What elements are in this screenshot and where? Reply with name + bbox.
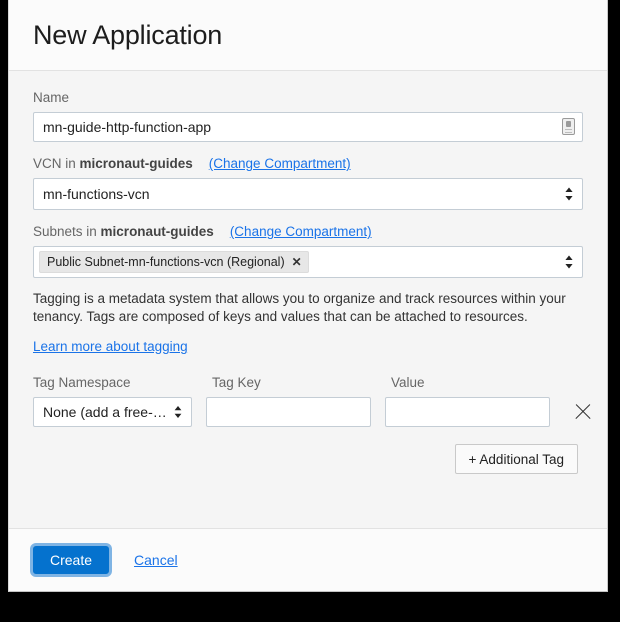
vcn-label: VCN in micronaut-guides: [33, 156, 193, 172]
subnets-label-row: Subnets in micronaut-guides (Change Comp…: [33, 224, 583, 240]
name-input-wrap: [33, 112, 583, 142]
tag-row: None (add a free-…: [33, 397, 583, 427]
tag-namespace-header: Tag Namespace: [33, 375, 131, 390]
vcn-label-row: VCN in micronaut-guides (Change Compartm…: [33, 156, 583, 172]
tag-namespace-select-wrap: None (add a free-…: [33, 397, 192, 427]
additional-tag-button[interactable]: + Additional Tag: [454, 444, 578, 474]
name-label: Name: [33, 90, 70, 105]
tag-key-input[interactable]: [205, 397, 371, 427]
vcn-select-wrap: mn-functions-vcn: [33, 178, 583, 210]
name-field-group: Name: [33, 90, 583, 142]
vcn-compartment-name: micronaut-guides: [79, 156, 193, 171]
additional-tag-row: + Additional Tag: [33, 444, 583, 474]
create-button[interactable]: Create: [33, 546, 110, 574]
remove-tag-row-close-icon[interactable]: [572, 401, 583, 423]
subnets-label-prefix: Subnets in: [33, 224, 101, 239]
tag-value-header: Value: [391, 375, 425, 390]
learn-more-tagging-link[interactable]: Learn more about tagging: [33, 339, 188, 354]
input-assist-icon: [562, 118, 575, 135]
subnet-chip[interactable]: Public Subnet-mn-functions-vcn (Regional…: [39, 251, 309, 273]
subnets-select[interactable]: Public Subnet-mn-functions-vcn (Regional…: [33, 246, 583, 278]
subnet-chip-remove-icon[interactable]: ✕: [292, 256, 302, 268]
tag-columns-header: Tag Namespace Tag Key Value: [33, 375, 583, 390]
dialog-body: Name VCN in micronaut-guides (Change Com…: [9, 71, 607, 528]
vcn-select[interactable]: mn-functions-vcn: [33, 178, 583, 210]
tag-key-header: Tag Key: [212, 375, 261, 390]
subnets-select-wrap: Public Subnet-mn-functions-vcn (Regional…: [33, 246, 583, 278]
vcn-change-compartment-link[interactable]: (Change Compartment): [209, 156, 351, 171]
dialog-header: New Application: [9, 0, 607, 71]
cancel-link[interactable]: Cancel: [134, 552, 178, 568]
subnets-field-group: Subnets in micronaut-guides (Change Comp…: [33, 224, 583, 278]
subnet-chip-label: Public Subnet-mn-functions-vcn (Regional…: [47, 255, 285, 269]
page-title: New Application: [33, 19, 223, 50]
vcn-label-prefix: VCN in: [33, 156, 80, 171]
tag-namespace-select[interactable]: None (add a free-…: [33, 397, 192, 427]
subnets-change-compartment-link[interactable]: (Change Compartment): [230, 224, 372, 239]
tag-namespace-selected-value: None (add a free-…: [43, 404, 167, 420]
subnets-label: Subnets in micronaut-guides: [33, 224, 214, 240]
new-application-dialog: New Application Name VCN in micronaut-gu…: [8, 0, 608, 592]
tag-value-input[interactable]: [384, 397, 550, 427]
vcn-field-group: VCN in micronaut-guides (Change Compartm…: [33, 156, 583, 210]
dialog-footer: Create Cancel: [9, 528, 607, 591]
tagging-description: Tagging is a metadata system that allows…: [33, 291, 566, 324]
subnets-compartment-name: micronaut-guides: [100, 224, 214, 239]
vcn-selected-value: mn-functions-vcn: [43, 186, 150, 202]
name-input[interactable]: [33, 112, 583, 142]
